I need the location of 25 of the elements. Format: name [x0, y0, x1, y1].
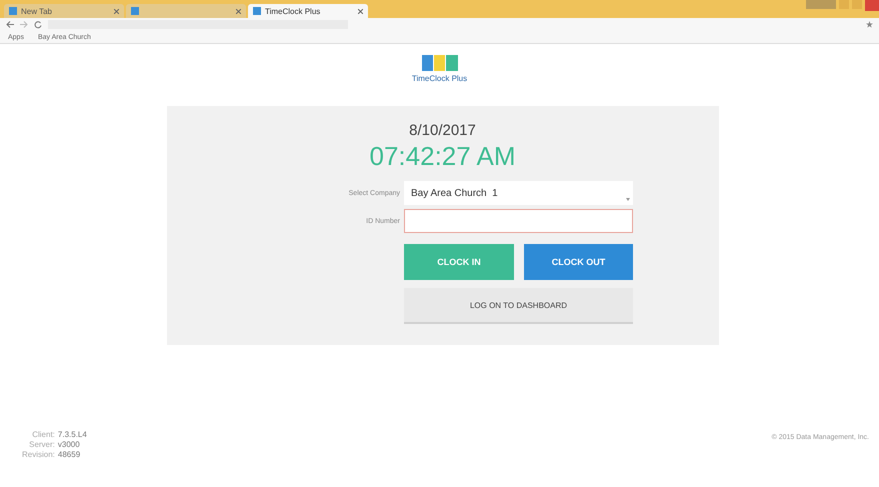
dashboard-button[interactable]: LOG ON TO DASHBOARD — [404, 288, 633, 324]
clock-out-button[interactable]: CLOCK OUT — [524, 244, 633, 280]
back-icon[interactable] — [6, 21, 14, 28]
forward-icon[interactable] — [20, 21, 28, 28]
time-text: 07:42:27 AM — [370, 141, 516, 172]
version-value: 48659 — [58, 450, 82, 459]
version-label: Client: — [31, 430, 55, 439]
reload-icon[interactable] — [34, 20, 42, 28]
version-value: v3000 — [58, 440, 81, 449]
company-select[interactable]: Bay Area Church 1 — [404, 181, 633, 205]
star-icon[interactable] — [866, 21, 873, 28]
browser-tab[interactable]: TimeClock Plus — [248, 4, 368, 18]
logo-text: TimeClock Plus — [412, 74, 468, 83]
page-icon — [131, 7, 139, 15]
page-icon — [253, 7, 261, 15]
version-label: Server: — [28, 440, 55, 449]
date-text: 8/10/2017 — [409, 122, 476, 139]
version-label: Revision: — [22, 450, 55, 459]
logo-icon — [422, 55, 458, 71]
version-value: 7.3.5.L4 — [58, 430, 87, 439]
id-number-field[interactable] — [404, 209, 633, 233]
caret-icon — [626, 198, 630, 201]
browser-tab[interactable]: New Tab — [4, 4, 124, 18]
page-icon — [9, 7, 17, 15]
browser-tab[interactable] — [126, 4, 246, 18]
